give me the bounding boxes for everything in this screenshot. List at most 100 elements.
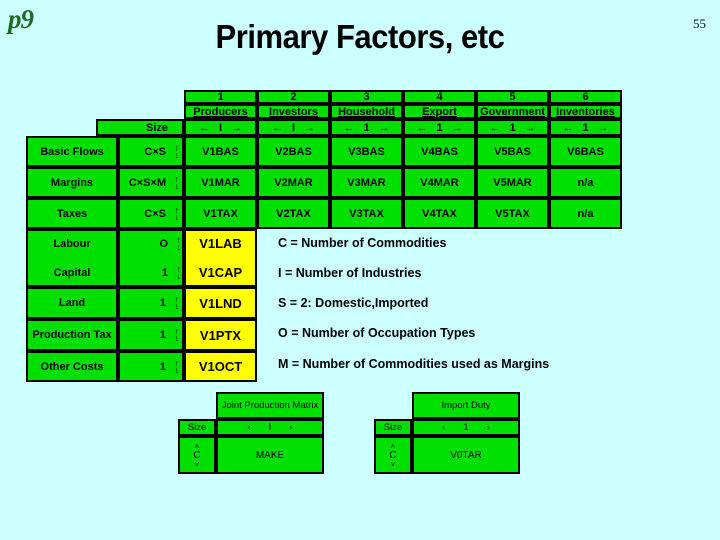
arrow-down-icon: ↓	[174, 149, 180, 160]
row-label-7: Other Costs	[26, 351, 118, 382]
mini-table-title-0: Joint Production Matrix	[216, 392, 324, 419]
arrow-right-icon: →	[597, 121, 609, 134]
arrow-right-icon: →	[378, 121, 390, 134]
column-size-value: 1	[509, 121, 516, 134]
arrow-right-icon: ›	[486, 422, 490, 433]
arrow-left-icon: ←	[489, 121, 501, 134]
arrow-right-icon: →	[304, 121, 316, 134]
cell-na: n/a	[549, 198, 622, 229]
cell-v3mar: V3MAR	[330, 167, 403, 198]
cell-na: n/a	[549, 167, 622, 198]
cell-v5bas: V5BAS	[476, 136, 549, 167]
cell-v4mar: V4MAR	[403, 167, 476, 198]
arrow-down-icon: ↓	[174, 180, 180, 191]
row-size-1: C×S×M ↑ ↓	[118, 167, 184, 198]
column-name-export: Export	[403, 104, 476, 119]
arrow-right-icon: →	[524, 121, 536, 134]
column-name-producers: Producers	[184, 104, 257, 119]
cell-v5mar: V5MAR	[476, 167, 549, 198]
arrow-left-icon: ‹	[247, 422, 251, 433]
column-size-4: ← 1 →	[403, 119, 476, 136]
cell-v1bas: V1BAS	[184, 136, 257, 167]
mini-col-size-0: ‹ I ›	[216, 419, 324, 436]
cell-v2tax: V2TAX	[257, 198, 330, 229]
row-label-2: Taxes	[26, 198, 118, 229]
row-size-6: 1 ↑ ↓	[118, 319, 184, 351]
column-size-5: ← 1 →	[476, 119, 549, 136]
cell-v1mar: V1MAR	[184, 167, 257, 198]
column-size-value: 1	[363, 121, 370, 134]
cell-v1oct: V1OCT	[184, 351, 257, 382]
mini-table-title-1: Import Duty	[412, 392, 520, 419]
row-size-7: 1 ↑ ↓	[118, 351, 184, 382]
column-size-3: ← 1 →	[330, 119, 403, 136]
arrow-left-icon: ←	[562, 121, 574, 134]
cell-v6bas: V6BAS	[549, 136, 622, 167]
arrow-down-icon: ˅	[194, 459, 200, 469]
row-label-3: Labour	[53, 237, 91, 250]
mini-row-size-value: C	[389, 449, 397, 461]
cell-v1cap: V1CAP	[198, 265, 243, 280]
arrow-left-icon: ←	[198, 121, 210, 134]
column-number-2: 2	[257, 90, 330, 104]
mini-col-size-value: 1	[463, 422, 469, 433]
cell-v1ptx: V1PTX	[184, 319, 257, 351]
mini-col-size-1: ‹ 1 ›	[412, 419, 520, 436]
row-size-3: O ↑ ↓	[159, 234, 182, 252]
arrow-down-icon: ↓	[176, 270, 182, 281]
legend-item-2: S = 2: Domestic,Imported	[278, 296, 429, 310]
column-name-label: Government	[480, 105, 545, 118]
column-number-6: 6	[549, 90, 622, 104]
cell-v4bas: V4BAS	[403, 136, 476, 167]
arrow-down-icon: ↓	[174, 364, 180, 375]
arrow-left-icon: ←	[271, 121, 283, 134]
cell-v3bas: V3BAS	[330, 136, 403, 167]
column-number-4: 4	[403, 90, 476, 104]
column-size-2: ← I →	[257, 119, 330, 136]
mini-col-size-value: I	[268, 422, 272, 433]
legend-item-0: C = Number of Commodities	[278, 236, 447, 250]
cell-v1tax: V1TAX	[184, 198, 257, 229]
cell-v1lnd: V1LND	[184, 287, 257, 319]
row-size-0: C×S ↑ ↓	[118, 136, 184, 167]
column-size-value: I	[218, 121, 223, 134]
column-number-3: 3	[330, 90, 403, 104]
column-name-household: Household	[330, 104, 403, 119]
cell-v5tax: V5TAX	[476, 198, 549, 229]
cell-v4tax: V4TAX	[403, 198, 476, 229]
row-label-5: Land	[26, 287, 118, 319]
row-size-5: 1 ↑ ↓	[118, 287, 184, 319]
legend-item-3: O = Number of Occupation Types	[278, 326, 476, 340]
cell-v1lab: V1LAB	[199, 236, 242, 251]
column-name-label: Producers	[193, 105, 248, 118]
row-label-0: Basic Flows	[26, 136, 118, 167]
row-size-4: 1 ↑ ↓	[161, 263, 182, 281]
arrow-left-icon: ‹	[442, 422, 446, 433]
arrow-down-icon: ↓	[174, 333, 180, 343]
column-name-label: Export	[422, 105, 457, 118]
column-size-6: ← 1 →	[549, 119, 622, 136]
arrow-down-icon: ↓	[174, 301, 180, 311]
mini-body-1: V0TAR	[412, 436, 520, 474]
column-number-1: 1	[184, 90, 257, 104]
size-header: Size	[96, 119, 184, 136]
mini-size-header-1: Size	[374, 419, 412, 436]
legend-item-4: M = Number of Commodities used as Margin…	[278, 357, 550, 371]
arrow-right-icon: ›	[289, 422, 293, 433]
arrow-down-icon: ↓	[176, 241, 182, 252]
page-title: Primary Factors, etc	[215, 18, 505, 55]
legend-item-1: I = Number of Industries	[278, 266, 422, 280]
slide-root: p9 55 Primary Factors, etc 1 Producers ← I →…	[0, 0, 720, 540]
arrow-right-icon: →	[451, 121, 463, 134]
row-size-2: C×S ↑ ↓	[118, 198, 184, 229]
row-label-4: Capital	[53, 266, 91, 279]
row-label-6: Production Tax	[26, 319, 118, 351]
mini-size-header-0: Size	[178, 419, 216, 436]
column-name-investors: Investors	[257, 104, 330, 119]
column-size-value: 1	[582, 121, 589, 134]
cell-v3tax: V3TAX	[330, 198, 403, 229]
cell-v2bas: V2BAS	[257, 136, 330, 167]
column-name-label: Inventories	[556, 105, 615, 118]
arrow-left-icon: ←	[416, 121, 428, 134]
column-size-value: I	[291, 121, 296, 134]
